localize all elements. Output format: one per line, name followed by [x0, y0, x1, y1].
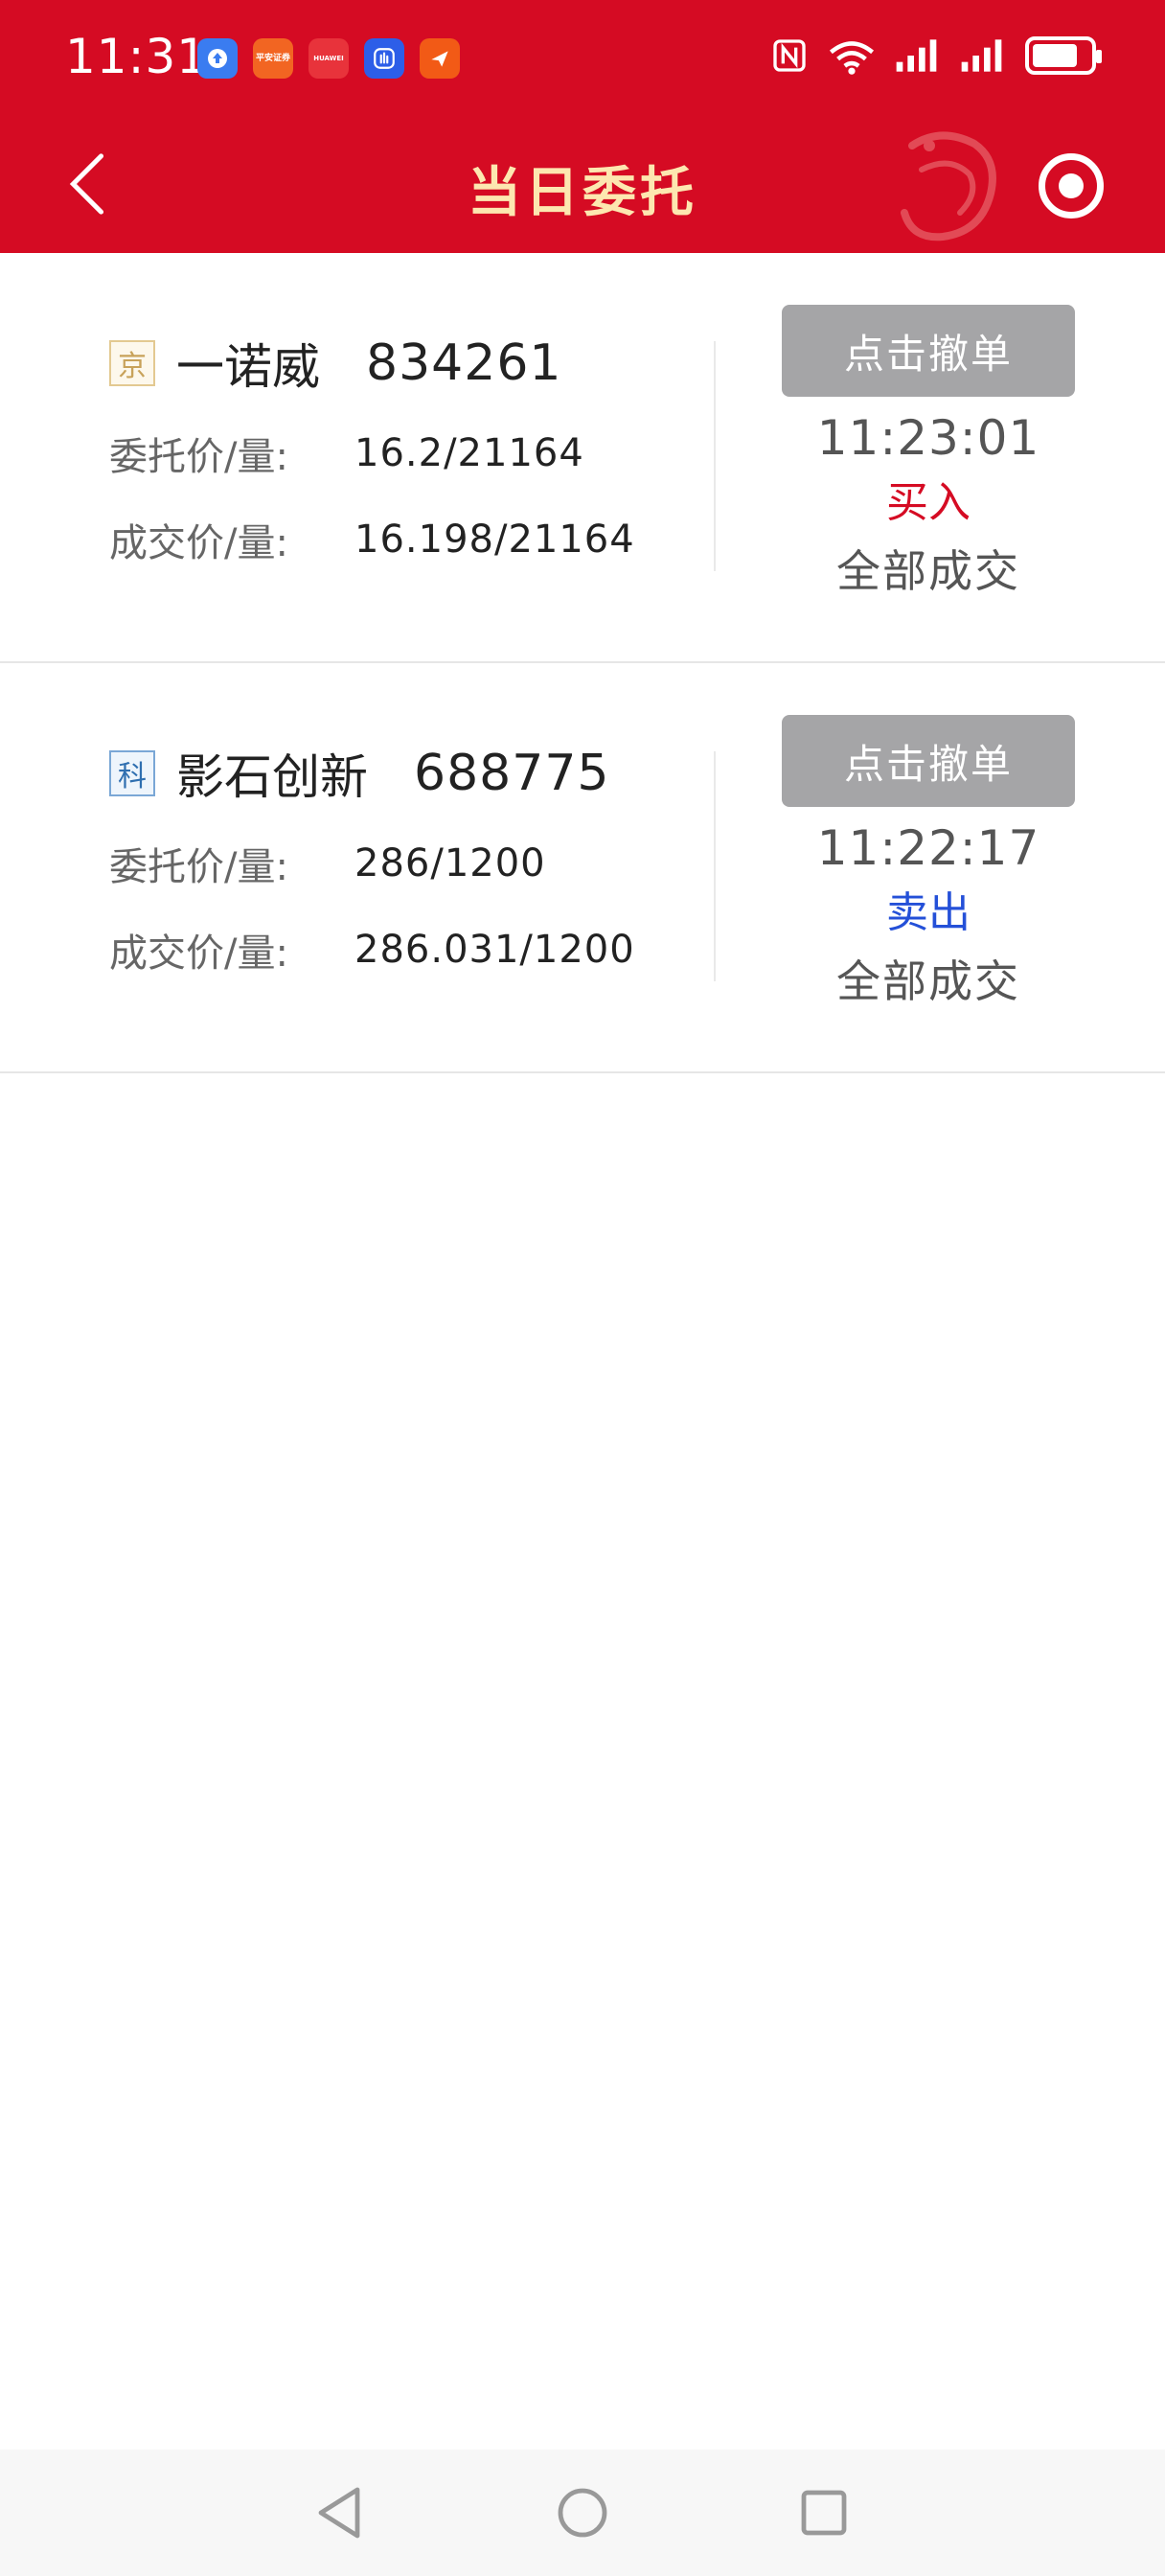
order-info: 京 一诺威 834261 委托价/量: 16.2/21164 成交价/量: 16…	[109, 330, 635, 583]
order-price-value: 286/1200	[354, 841, 546, 886]
cancel-order-button[interactable]: 点击撤单	[782, 305, 1075, 397]
paper-plane-app-icon	[420, 38, 460, 79]
dragon-logo-icon	[901, 131, 996, 242]
pingan-securities-app-icon: 平安证券	[253, 38, 293, 79]
battery-level	[1033, 44, 1077, 67]
system-back-button[interactable]	[308, 2482, 370, 2543]
divider	[714, 751, 716, 981]
stock-name: 影石创新	[176, 749, 368, 805]
record-icon	[1059, 173, 1084, 198]
cancel-order-button[interactable]: 点击撤单	[782, 715, 1075, 807]
order-price-value: 16.2/21164	[354, 431, 584, 475]
order-price-row: 委托价/量: 286/1200	[109, 820, 635, 907]
record-button[interactable]	[1039, 153, 1104, 218]
divider	[714, 341, 716, 571]
nfc-icon	[773, 39, 806, 72]
status-bar: 11:31 平安证券 HUAWEI	[0, 0, 1165, 117]
order-price-label: 委托价/量:	[109, 435, 288, 479]
deal-price-row: 成交价/量: 16.198/21164	[109, 496, 635, 583]
stock-row: 京 一诺威 834261	[109, 330, 635, 397]
order-actions: 点击撤单 11:23:01 买入 全部成交	[782, 305, 1075, 600]
nav-bar: 当日委托	[0, 117, 1165, 253]
order-side: 卖出	[886, 888, 971, 937]
stock-code: 834261	[366, 334, 562, 392]
system-home-button[interactable]	[552, 2482, 613, 2543]
deal-price-label: 成交价/量:	[109, 932, 288, 976]
stock-row: 科 影石创新 688775	[109, 740, 635, 807]
order-time: 11:23:01	[816, 410, 1040, 466]
order-status: 全部成交	[836, 545, 1020, 597]
deal-price-label: 成交价/量:	[109, 521, 288, 565]
system-nav-bar	[0, 2450, 1165, 2576]
back-triangle-icon	[318, 2487, 360, 2539]
order-time: 11:22:17	[816, 820, 1040, 876]
order-info: 科 影石创新 688775 委托价/量: 286/1200 成交价/量: 286…	[109, 740, 635, 993]
huawei-app-icon: HUAWEI	[308, 38, 349, 79]
market-tag-badge: 科	[109, 750, 155, 796]
market-tag-badge: 京	[109, 340, 155, 386]
recents-square-icon	[801, 2490, 847, 2536]
deal-price-row: 成交价/量: 286.031/1200	[109, 907, 635, 993]
signal-icon	[961, 39, 1002, 72]
order-card: 京 一诺威 834261 委托价/量: 16.2/21164 成交价/量: 16…	[0, 253, 1165, 663]
wifi-6-icon	[829, 41, 875, 75]
notification-app-icons: 平安证券 HUAWEI	[197, 38, 460, 79]
stock-code: 688775	[414, 745, 610, 802]
order-status: 全部成交	[836, 955, 1020, 1007]
deal-price-value: 286.031/1200	[354, 928, 635, 972]
stock-name: 一诺威	[176, 339, 320, 395]
order-actions: 点击撤单 11:22:17 卖出 全部成交	[782, 715, 1075, 1010]
order-card: 科 影石创新 688775 委托价/量: 286/1200 成交价/量: 286…	[0, 663, 1165, 1073]
home-circle-icon	[558, 2488, 607, 2538]
order-price-row: 委托价/量: 16.2/21164	[109, 410, 635, 496]
system-recents-button[interactable]	[793, 2482, 855, 2543]
upload-app-icon	[197, 38, 238, 79]
order-price-label: 委托价/量:	[109, 845, 288, 889]
system-status-icons	[770, 34, 1102, 77]
signal-icon	[896, 39, 937, 72]
deal-price-value: 16.198/21164	[354, 518, 635, 562]
order-list: 京 一诺威 834261 委托价/量: 16.2/21164 成交价/量: 16…	[0, 253, 1165, 1073]
hand-app-icon	[364, 38, 404, 79]
order-side: 买入	[886, 478, 971, 527]
status-time: 11:31	[65, 29, 209, 84]
battery-icon	[1025, 36, 1102, 75]
